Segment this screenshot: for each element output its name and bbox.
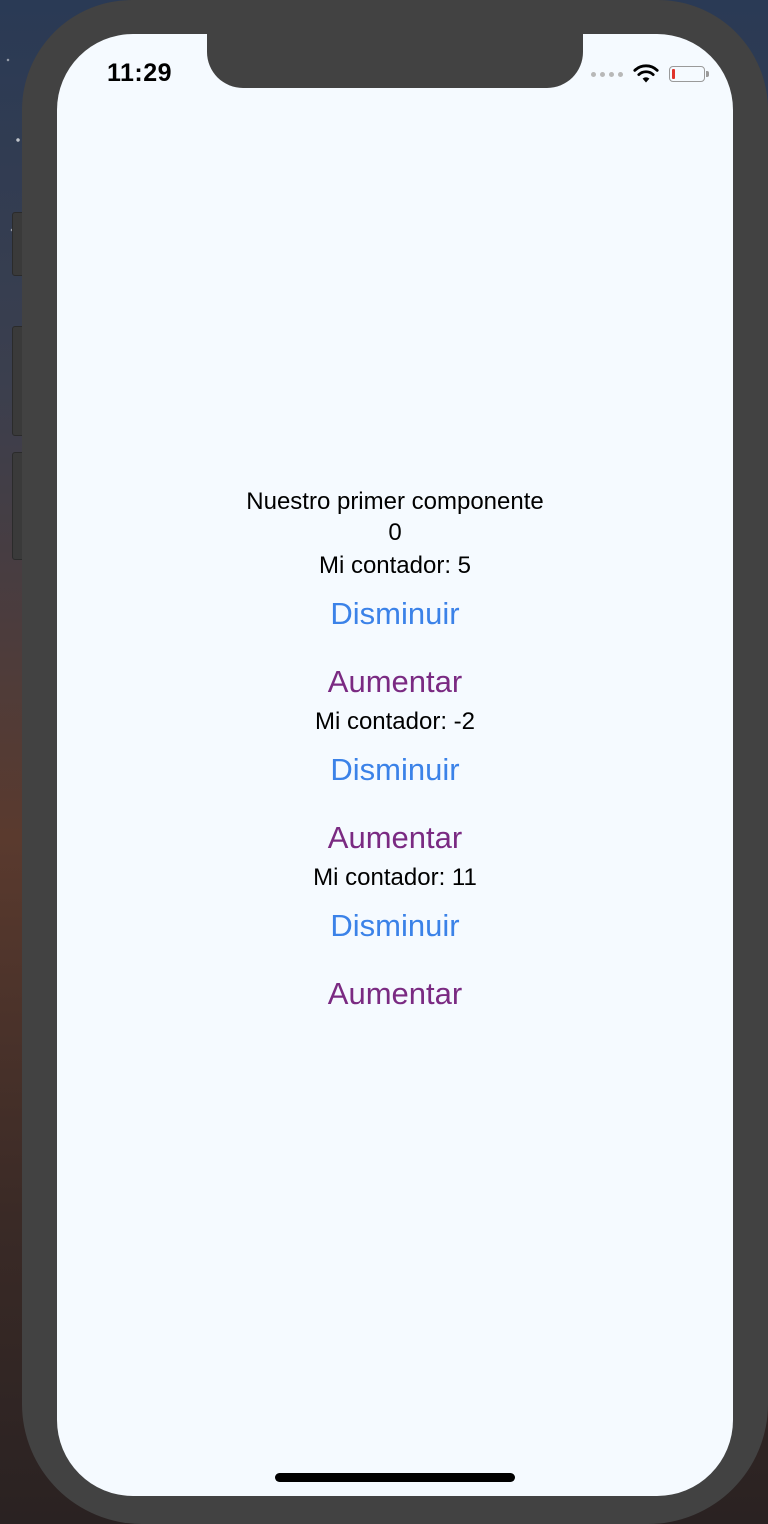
- counter-3: Mi contador: 11 Disminuir Aumentar: [57, 862, 733, 1016]
- decrease-button[interactable]: Disminuir: [330, 748, 459, 792]
- notch: [207, 34, 583, 88]
- decrease-button[interactable]: Disminuir: [330, 592, 459, 636]
- battery-fill: [672, 69, 675, 79]
- increase-button[interactable]: Aumentar: [328, 816, 462, 860]
- counter-label: Mi contador: -2: [314, 708, 476, 735]
- increase-button[interactable]: Aumentar: [328, 660, 462, 704]
- increase-button[interactable]: Aumentar: [328, 972, 462, 1016]
- counter-2: Mi contador: -2 Disminuir Aumentar: [57, 706, 733, 860]
- home-indicator[interactable]: [275, 1473, 515, 1482]
- app-screen: 11:29 Nuestro primer componente 0 Mi con…: [57, 34, 733, 1496]
- counter-label: Mi contador: 11: [313, 864, 477, 891]
- component-value: 0: [388, 519, 402, 546]
- main-content: Nuestro primer componente 0 Mi contador:…: [57, 486, 733, 1016]
- status-time: 11:29: [107, 59, 173, 87]
- cellular-dots-icon: [591, 71, 623, 77]
- counter-label: Mi contador: 5: [318, 552, 472, 579]
- battery-low-icon: [669, 66, 709, 82]
- wifi-icon: [633, 64, 659, 83]
- component-title: Nuestro primer componente: [246, 488, 544, 515]
- counter-1: Mi contador: 5 Disminuir Aumentar: [57, 550, 733, 704]
- status-icons: [591, 64, 709, 84]
- decrease-button[interactable]: Disminuir: [330, 904, 459, 948]
